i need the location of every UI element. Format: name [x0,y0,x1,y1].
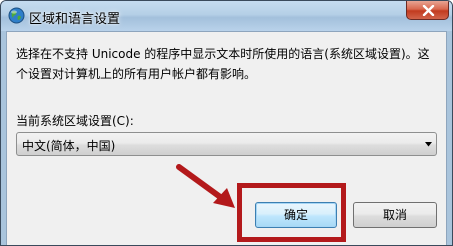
locale-selected-value: 中文(简体，中国) [22,139,116,153]
globe-icon [8,7,25,24]
chevron-down-icon [425,142,432,147]
locale-label: 当前系统区域设置(C): [16,114,134,128]
description-text: 选择在不支持 Unicode 的程序中显示文本时所使用的语言(系统区域设置)。这… [16,47,430,81]
dialog-window: 区域和语言设置 选择在不支持 Unicode 的程序中显示文本时所使用的语言(系… [0,0,453,246]
cancel-button[interactable]: 取消 [353,202,437,228]
locale-dropdown[interactable]: 中文(简体，中国) [16,132,437,156]
close-icon [422,5,435,16]
close-button[interactable] [406,1,449,20]
window-title: 区域和语言设置 [29,12,121,27]
title-bar[interactable]: 区域和语言设置 [1,1,452,31]
highlight-box [237,183,346,242]
arrow-icon [176,164,235,208]
dialog-content: 选择在不支持 Unicode 的程序中显示文本时所使用的语言(系统区域设置)。这… [6,31,447,245]
